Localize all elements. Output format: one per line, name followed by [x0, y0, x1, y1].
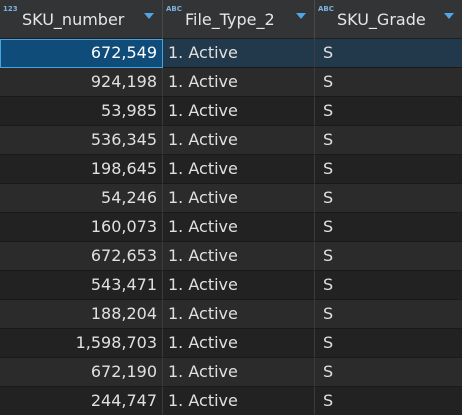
cell-file-type-2[interactable]: 1. Active	[163, 329, 315, 358]
column-header-sku-grade[interactable]: ABC SKU_Grade	[315, 0, 462, 39]
cell-sku-grade[interactable]: S	[315, 300, 462, 329]
cell-file-type-2[interactable]: 1. Active	[163, 300, 315, 329]
cell-sku-grade[interactable]: S	[315, 39, 462, 68]
table-row[interactable]: 244,747 1. Active S	[0, 387, 462, 415]
numeric-type-icon: 123	[3, 5, 18, 13]
cell-file-type-2[interactable]: 1. Active	[163, 184, 315, 213]
cell-sku-number[interactable]: 672,549	[0, 39, 163, 68]
cell-sku-number[interactable]: 188,204	[0, 300, 163, 329]
sort-dropdown-icon[interactable]	[144, 13, 154, 19]
cell-sku-grade[interactable]: S	[315, 126, 462, 155]
data-grid: 123 SKU_number ABC File_Type_2 ABC SKU_G…	[0, 0, 462, 415]
column-header-sku-number[interactable]: 123 SKU_number	[0, 0, 163, 39]
cell-sku-grade[interactable]: S	[315, 271, 462, 300]
cell-sku-number[interactable]: 198,645	[0, 155, 163, 184]
table-row[interactable]: 672,549 1. Active S	[0, 39, 462, 68]
table-row[interactable]: 672,190 1. Active S	[0, 358, 462, 387]
cell-sku-number[interactable]: 244,747	[0, 387, 163, 415]
cell-sku-grade[interactable]: S	[315, 68, 462, 97]
column-header-label: File_Type_2	[185, 10, 275, 29]
cell-sku-grade[interactable]: S	[315, 329, 462, 358]
grid-header: 123 SKU_number ABC File_Type_2 ABC SKU_G…	[0, 0, 462, 39]
cell-file-type-2[interactable]: 1. Active	[163, 68, 315, 97]
cell-file-type-2[interactable]: 1. Active	[163, 155, 315, 184]
cell-sku-grade[interactable]: S	[315, 184, 462, 213]
cell-sku-grade[interactable]: S	[315, 358, 462, 387]
cell-sku-grade[interactable]: S	[315, 213, 462, 242]
cell-file-type-2[interactable]: 1. Active	[163, 213, 315, 242]
table-row[interactable]: 53,985 1. Active S	[0, 97, 462, 126]
cell-sku-number[interactable]: 536,345	[0, 126, 163, 155]
table-row[interactable]: 924,198 1. Active S	[0, 68, 462, 97]
table-row[interactable]: 536,345 1. Active S	[0, 126, 462, 155]
cell-file-type-2[interactable]: 1. Active	[163, 39, 315, 68]
table-row[interactable]: 160,073 1. Active S	[0, 213, 462, 242]
cell-sku-number[interactable]: 1,598,703	[0, 329, 163, 358]
table-row[interactable]: 543,471 1. Active S	[0, 271, 462, 300]
cell-sku-number[interactable]: 672,190	[0, 358, 163, 387]
cell-file-type-2[interactable]: 1. Active	[163, 358, 315, 387]
cell-file-type-2[interactable]: 1. Active	[163, 242, 315, 271]
cell-sku-number[interactable]: 53,985	[0, 97, 163, 126]
sort-dropdown-icon[interactable]	[296, 13, 306, 19]
cell-sku-number[interactable]: 160,073	[0, 213, 163, 242]
cell-sku-grade[interactable]: S	[315, 155, 462, 184]
column-header-label: SKU_Grade	[337, 10, 426, 29]
cell-sku-number[interactable]: 672,653	[0, 242, 163, 271]
table-row[interactable]: 54,246 1. Active S	[0, 184, 462, 213]
cell-file-type-2[interactable]: 1. Active	[163, 387, 315, 415]
table-row[interactable]: 1,598,703 1. Active S	[0, 329, 462, 358]
cell-file-type-2[interactable]: 1. Active	[163, 271, 315, 300]
cell-sku-grade[interactable]: S	[315, 387, 462, 415]
cell-sku-number[interactable]: 54,246	[0, 184, 163, 213]
column-header-file-type-2[interactable]: ABC File_Type_2	[163, 0, 315, 39]
cell-sku-grade[interactable]: S	[315, 242, 462, 271]
text-type-icon: ABC	[166, 5, 182, 13]
cell-sku-grade[interactable]: S	[315, 97, 462, 126]
table-row[interactable]: 672,653 1. Active S	[0, 242, 462, 271]
text-type-icon: ABC	[318, 5, 334, 13]
cell-file-type-2[interactable]: 1. Active	[163, 126, 315, 155]
cell-sku-number[interactable]: 924,198	[0, 68, 163, 97]
sort-dropdown-icon[interactable]	[444, 13, 454, 19]
cell-sku-number[interactable]: 543,471	[0, 271, 163, 300]
table-row[interactable]: 188,204 1. Active S	[0, 300, 462, 329]
table-row[interactable]: 198,645 1. Active S	[0, 155, 462, 184]
cell-file-type-2[interactable]: 1. Active	[163, 97, 315, 126]
column-header-label: SKU_number	[22, 10, 125, 29]
